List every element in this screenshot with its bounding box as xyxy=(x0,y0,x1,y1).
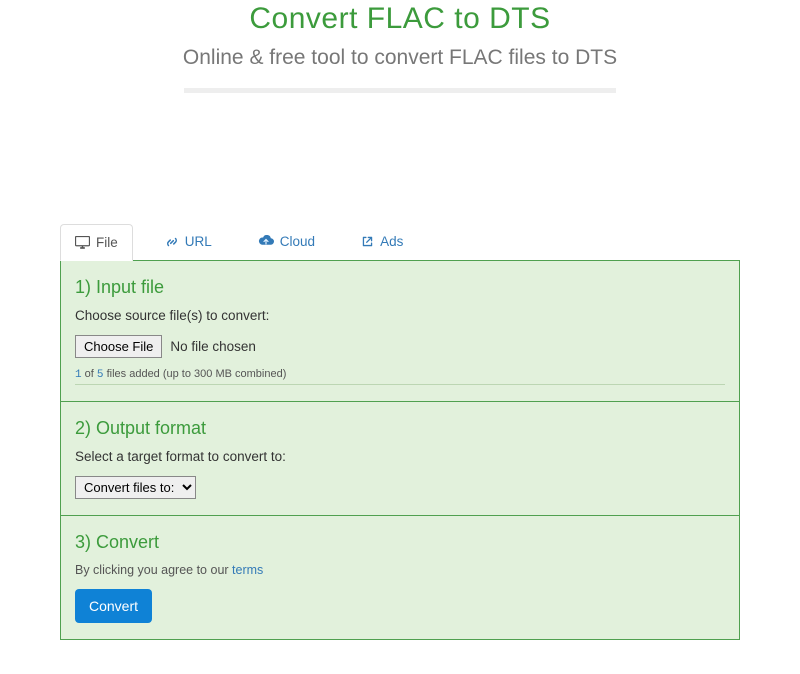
agree-prefix: By clicking you agree to our xyxy=(75,563,232,577)
page-title: Convert FLAC to DTS xyxy=(0,2,800,36)
file-limit-text: 1 of 5 files added (up to 300 MB combine… xyxy=(75,368,725,385)
cloud-upload-icon xyxy=(258,235,274,248)
main-panel: 1) Input file Choose source file(s) to c… xyxy=(60,260,740,640)
tab-ads[interactable]: Ads xyxy=(347,224,417,259)
output-format-select[interactable]: Convert files to: xyxy=(75,476,196,499)
tab-cloud[interactable]: Cloud xyxy=(244,224,329,259)
terms-link[interactable]: terms xyxy=(232,563,263,577)
step3-title: 3) Convert xyxy=(75,532,725,553)
file-count-max: 5 xyxy=(97,369,104,381)
link-icon xyxy=(165,235,179,249)
section-convert: 3) Convert By clicking you agree to our … xyxy=(61,516,739,639)
tab-url[interactable]: URL xyxy=(151,224,226,259)
file-chosen-status: No file chosen xyxy=(170,339,256,354)
monitor-icon xyxy=(75,236,90,249)
terms-agreement-text: By clicking you agree to our terms xyxy=(75,563,725,577)
header-divider xyxy=(184,88,616,93)
tab-file-label: File xyxy=(96,235,118,250)
step1-prompt: Choose source file(s) to convert: xyxy=(75,308,725,323)
file-count-of: of xyxy=(85,368,94,380)
tab-ads-label: Ads xyxy=(380,234,403,249)
step2-title: 2) Output format xyxy=(75,418,725,439)
step2-prompt: Select a target format to convert to: xyxy=(75,449,725,464)
external-link-icon xyxy=(361,235,374,248)
convert-button[interactable]: Convert xyxy=(75,589,152,623)
page-subtitle: Online & free tool to convert FLAC files… xyxy=(0,44,800,72)
file-count-current: 1 xyxy=(75,369,82,381)
section-input-file: 1) Input file Choose source file(s) to c… xyxy=(61,261,739,402)
section-output-format: 2) Output format Select a target format … xyxy=(61,402,739,516)
tab-url-label: URL xyxy=(185,234,212,249)
file-limit-rest: files added (up to 300 MB combined) xyxy=(107,368,287,380)
step1-title: 1) Input file xyxy=(75,277,725,298)
tab-cloud-label: Cloud xyxy=(280,234,315,249)
choose-file-button[interactable]: Choose File xyxy=(75,335,162,358)
tab-bar: File URL Cloud Ads xyxy=(60,223,740,260)
tab-file[interactable]: File xyxy=(60,224,133,261)
